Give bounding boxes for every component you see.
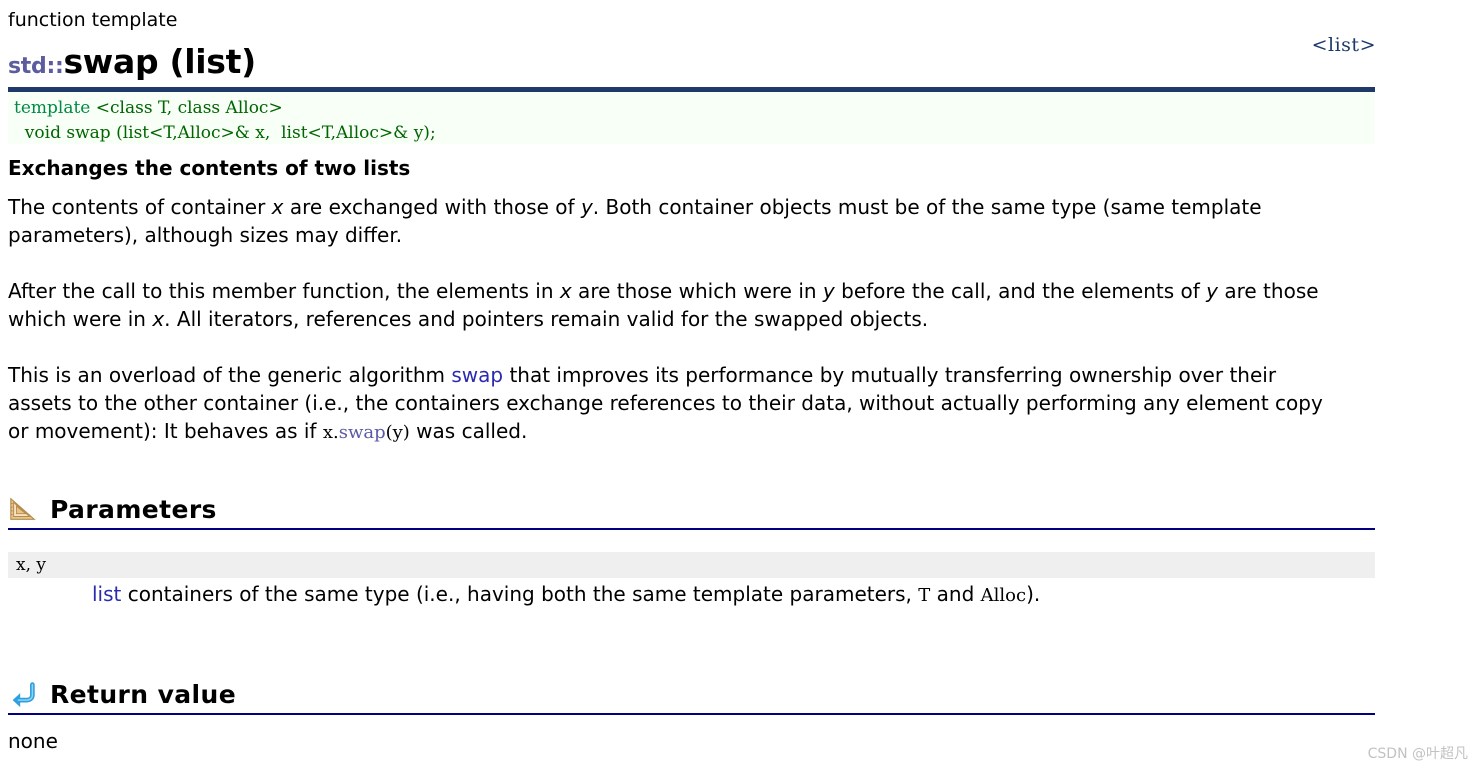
page-title: std::swap (list) xyxy=(8,40,256,89)
p1-var-x: x xyxy=(271,195,284,219)
inline-code-x: x. xyxy=(322,422,339,443)
description-paragraph-1: The contents of container x are exchange… xyxy=(8,193,1328,249)
p2-var-y2: y xyxy=(1206,279,1218,303)
p2-var-y1: y xyxy=(822,279,835,303)
prototype-code-block: template <class T, class Alloc> void swa… xyxy=(8,92,1375,144)
inline-code-swap-link[interactable]: swap xyxy=(339,422,386,443)
return-value-section-header: Return value xyxy=(8,679,1375,715)
p1-text-a: The contents of container xyxy=(8,195,272,219)
return-arrow-icon xyxy=(12,682,35,708)
reference-page: function template std::swap (list) <list… xyxy=(0,0,1476,769)
return-value-section-title: Return value xyxy=(50,679,237,709)
title-namespace: std:: xyxy=(8,54,64,79)
p3-text-a: This is an overload of the generic algor… xyxy=(8,363,452,387)
return-value-section: Return value xyxy=(8,679,1375,715)
description-paragraph-3: This is an overload of the generic algor… xyxy=(8,361,1338,447)
ruler-triangle-icon xyxy=(10,497,36,520)
p3-text-c: was called. xyxy=(409,419,528,443)
list-type-link[interactable]: list xyxy=(92,582,121,606)
p2-var-x1: x xyxy=(559,279,572,303)
p2-text-e: . All iterators, references and pointers… xyxy=(164,307,929,331)
parameter-name-row: x, y xyxy=(8,552,1375,578)
p2-text-c: before the call, and the elements of xyxy=(834,279,1207,303)
p1-text-b: are exchanged with those of xyxy=(283,195,581,219)
title-name: swap (list) xyxy=(63,42,256,81)
param-desc-a: containers of the same type (i.e., havin… xyxy=(121,582,919,606)
p2-var-x2: x xyxy=(152,307,165,331)
p2-text-b: are those which were in xyxy=(571,279,823,303)
summary-heading: Exchanges the contents of two lists xyxy=(8,156,411,180)
inline-code-swap-call: x.swap(y) xyxy=(323,422,410,443)
parameters-section: Parameters xyxy=(8,494,1375,530)
parameters-section-header: Parameters xyxy=(8,494,1375,530)
return-value-text: none xyxy=(8,729,58,753)
param-desc-c: ). xyxy=(1026,582,1041,606)
p1-var-y: y xyxy=(580,195,593,219)
swap-algorithm-link[interactable]: swap xyxy=(451,363,503,387)
include-header-label: <list> xyxy=(1311,34,1376,56)
code-keyword-template: template xyxy=(14,98,91,118)
param-desc-b: and xyxy=(930,582,981,606)
inline-code-y: (y) xyxy=(385,422,410,443)
code-line2: void swap (list<T,Alloc>& x, list<T,Allo… xyxy=(14,123,436,143)
parameters-section-title: Parameters xyxy=(50,494,217,524)
page-kicker: function template xyxy=(8,9,178,31)
param-desc-code-t: T xyxy=(918,585,931,606)
param-desc-code-alloc: Alloc xyxy=(980,585,1027,606)
parameter-description-row: list containers of the same type (i.e., … xyxy=(92,580,1372,610)
parameters-table: x, y list containers of the same type (i… xyxy=(8,552,1375,622)
csdn-watermark: CSDN @叶超凡 xyxy=(1367,746,1468,762)
p2-text-a: After the call to this member function, … xyxy=(8,279,560,303)
description-paragraph-2: After the call to this member function, … xyxy=(8,277,1368,333)
code-line1-rest: <class T, class Alloc> xyxy=(90,98,283,118)
